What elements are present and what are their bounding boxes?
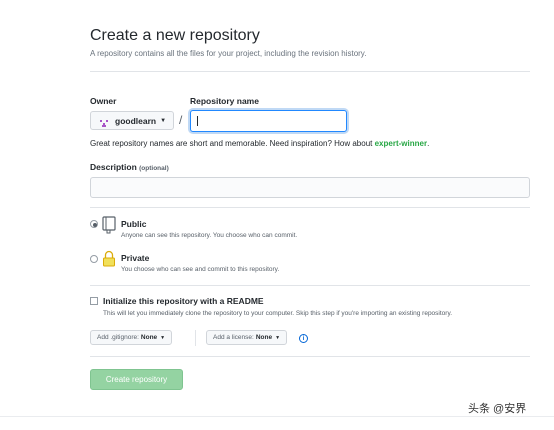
description-label: Description (optional)	[90, 162, 169, 172]
chevron-down-icon: ▼	[160, 117, 167, 124]
description-label-text: Description	[90, 162, 137, 172]
private-description: You choose who can see and commit to thi…	[121, 266, 280, 273]
init-readme-description: This will let you immediately clone the …	[103, 310, 453, 317]
hint-text: Great repository names are short and mem…	[90, 139, 375, 148]
repo-name-hint: Great repository names are short and mem…	[90, 139, 429, 148]
gitignore-prefix: Add .gitignore:	[97, 334, 139, 341]
hint-suffix: .	[427, 139, 430, 148]
section-divider-3	[90, 356, 530, 357]
chevron-down-icon: ▼	[275, 334, 281, 341]
watermark-text: 头条 @安界	[468, 403, 527, 415]
owner-avatar-icon	[99, 116, 109, 129]
gitignore-select[interactable]: Add .gitignore: None ▼	[90, 330, 173, 345]
public-repo-icon	[102, 216, 116, 239]
dropdown-separator	[195, 330, 196, 346]
page-subtitle: A repository contains all the files for …	[90, 49, 367, 58]
license-value: None	[255, 334, 273, 341]
license-prefix: Add a license:	[213, 334, 254, 341]
owner-select[interactable]: goodlearn ▼	[90, 111, 174, 130]
init-readme-checkbox[interactable]	[90, 297, 98, 305]
gitignore-value: None	[140, 334, 158, 341]
private-radio[interactable]	[90, 255, 98, 263]
chevron-down-icon: ▼	[160, 334, 166, 341]
owner-repo-separator: /	[179, 113, 183, 127]
name-suggestion-link[interactable]: expert-winner	[375, 139, 427, 148]
optional-tag: (optional)	[139, 165, 169, 172]
create-repository-button[interactable]: Create repository	[90, 369, 183, 390]
info-icon[interactable]: i	[299, 334, 308, 343]
footer-divider	[0, 416, 554, 417]
page-title: Create a new repository	[90, 27, 260, 44]
repo-name-label: Repository name	[190, 96, 259, 106]
section-divider	[90, 207, 530, 208]
license-select[interactable]: Add a license: None ▼	[206, 330, 288, 345]
repository-name-input[interactable]	[190, 110, 347, 132]
description-input[interactable]	[90, 177, 530, 198]
lock-icon	[102, 250, 116, 273]
header-divider	[90, 71, 530, 72]
private-title: Private	[121, 253, 150, 263]
text-cursor	[197, 116, 198, 126]
public-description: Anyone can see this repository. You choo…	[121, 232, 298, 239]
public-radio[interactable]	[90, 220, 98, 228]
owner-name: goodlearn	[115, 115, 157, 126]
public-title: Public	[121, 219, 147, 229]
init-readme-title: Initialize this repository with a README	[103, 296, 264, 306]
owner-label: Owner	[90, 96, 117, 106]
section-divider-2	[90, 285, 530, 286]
